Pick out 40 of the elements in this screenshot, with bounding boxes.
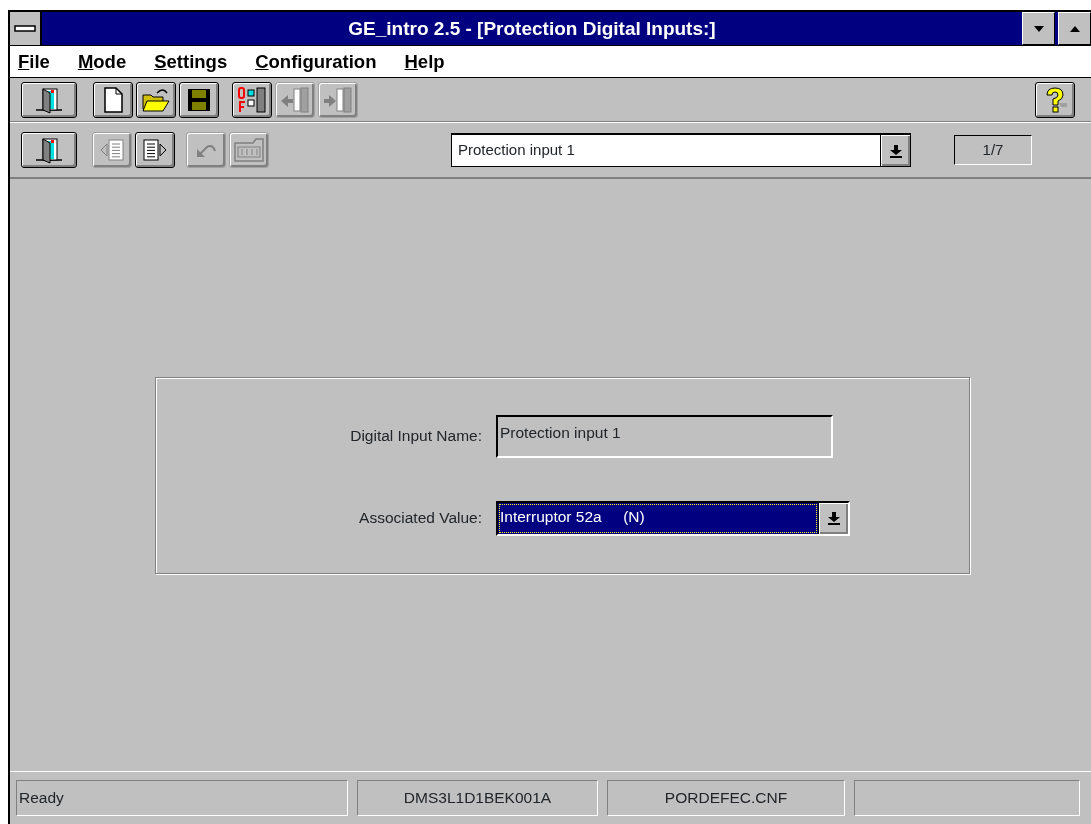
record-counter: 1/7	[954, 135, 1032, 165]
associated-value-dropdown[interactable]: Interruptor 52a (N)	[496, 500, 850, 536]
field-label: Digital Input Name:	[349, 426, 482, 447]
new-button[interactable]	[93, 81, 133, 118]
down-triangle-icon	[1032, 24, 1045, 33]
menu-item[interactable]: Help	[404, 47, 445, 76]
save-button[interactable]	[179, 81, 219, 118]
new-document-icon	[101, 85, 125, 114]
window-title: GE_intro 2.5 - [Protection Digital Inputs:]	[347, 17, 717, 41]
dropdown-arrow-icon	[889, 143, 902, 158]
next-page-icon	[142, 136, 168, 164]
status-panel: PORDEFEC.CNF	[607, 780, 845, 816]
minimize-button[interactable]	[1022, 12, 1055, 45]
system-menu-button[interactable]	[10, 12, 42, 45]
folder-icon	[141, 86, 171, 113]
status-panel: DMS3L1D1BEK001A	[357, 780, 598, 816]
door-icon	[34, 136, 64, 164]
on-off-panel-icon	[236, 85, 268, 114]
door-icon	[34, 85, 64, 114]
menu-item[interactable]: Settings	[154, 47, 228, 76]
menu-item[interactable]: Configuration	[255, 47, 377, 76]
menu-item[interactable]: Mode	[77, 47, 127, 76]
input-selector-dropdown[interactable]: Protection input 1	[451, 133, 911, 167]
dropdown-arrow-icon	[827, 511, 840, 525]
field-label: Associated Value:	[358, 508, 482, 529]
exit-button[interactable]	[21, 81, 77, 118]
menu-item[interactable]: File	[18, 47, 50, 76]
exit-button[interactable]	[21, 132, 77, 168]
up-triangle-icon	[1068, 24, 1081, 33]
maximize-button[interactable]	[1058, 12, 1091, 45]
arrow-out-panel-icon	[322, 85, 354, 114]
arrow-into-panel-icon	[279, 85, 311, 114]
next-button[interactable]	[135, 132, 175, 168]
dash-icon	[14, 24, 36, 33]
open-button[interactable]	[136, 81, 176, 118]
on-off-button[interactable]	[232, 81, 272, 118]
status-panel: Ready	[16, 780, 348, 816]
previous-page-icon	[99, 136, 125, 164]
input-name-field: Protection input 1	[496, 414, 833, 458]
help-button[interactable]	[1035, 81, 1075, 118]
